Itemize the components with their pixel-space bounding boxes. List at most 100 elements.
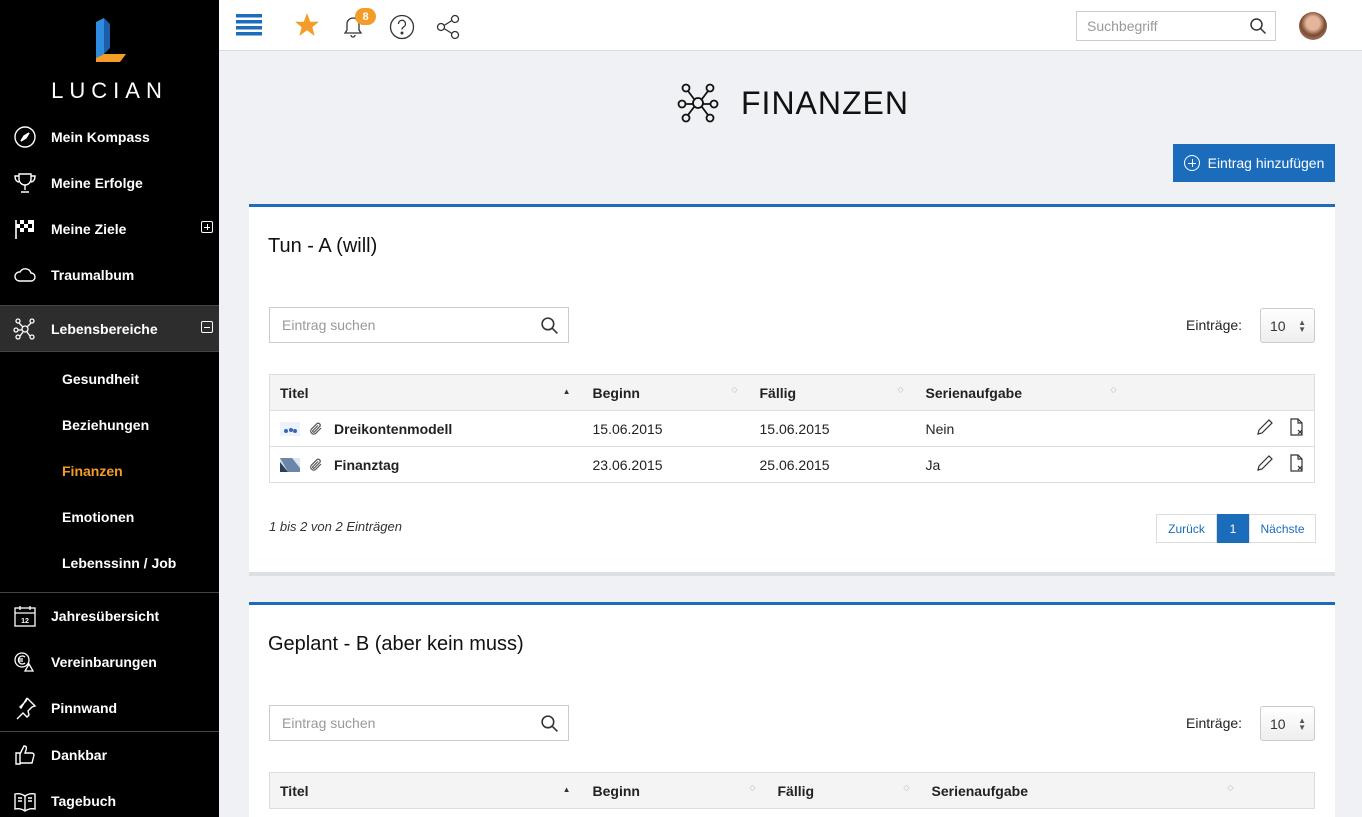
- svg-text:12: 12: [21, 618, 29, 625]
- compass-icon: [12, 124, 38, 150]
- sidebar-item-lebensbereiche[interactable]: Lebensbereiche: [0, 305, 219, 352]
- entry-faellig: 15.06.2015: [749, 410, 916, 447]
- sort-icon: ◇: [731, 385, 738, 394]
- sidebar-item-mein-kompass[interactable]: Mein Kompass: [0, 114, 219, 160]
- entry-search-input[interactable]: [270, 308, 530, 342]
- delete-document-icon[interactable]: [1288, 454, 1306, 475]
- column-header-label: Fällig: [777, 782, 815, 799]
- column-header-titel[interactable]: Titel ▲: [269, 374, 583, 411]
- sidebar-item-meine-erfolge[interactable]: Meine Erfolge: [0, 160, 219, 206]
- column-header-faellig[interactable]: Fällig ◇: [767, 772, 922, 809]
- panel-title: Tun - A (will): [268, 235, 378, 257]
- attachment-icon[interactable]: [308, 457, 324, 473]
- checkered-flag-icon: [12, 216, 38, 242]
- sidebar-subitem-lebenssinn-job[interactable]: Lebenssinn / Job: [0, 540, 219, 586]
- entries-per-page-select[interactable]: 10 ▲ ▼: [1260, 706, 1315, 741]
- sidebar-subitem-finanzen[interactable]: Finanzen: [0, 448, 219, 494]
- edit-icon[interactable]: [1256, 418, 1274, 439]
- trophy-icon: [12, 170, 38, 196]
- select-arrows-icon: ▲ ▼: [1298, 318, 1306, 334]
- entry-faellig: 25.06.2015: [749, 446, 916, 483]
- entry-search[interactable]: [269, 705, 569, 741]
- sidebar-item-traumalbum[interactable]: Traumalbum: [0, 252, 219, 298]
- edit-icon[interactable]: [1256, 454, 1274, 475]
- sidebar-item-label: Traumalbum: [51, 267, 135, 283]
- sidebar-subitem-emotionen[interactable]: Emotionen: [0, 494, 219, 540]
- global-search[interactable]: [1076, 11, 1276, 41]
- entries-value: 10: [1270, 317, 1286, 334]
- search-icon[interactable]: [1249, 17, 1267, 40]
- sidebar-item-label: Lebensbereiche: [51, 320, 158, 337]
- pagination-page-button[interactable]: 1: [1217, 514, 1249, 543]
- sort-icon: ◇: [749, 783, 756, 792]
- column-header-serienaufgabe[interactable]: Serienaufgabe ◇: [915, 374, 1129, 411]
- table-header-row: Titel ▲ Beginn ◇ Fällig ◇ Serienaufgabe ◇: [269, 374, 1315, 411]
- column-header-label: Fällig: [759, 384, 797, 401]
- sidebar-subitem-gesundheit[interactable]: Gesundheit: [0, 356, 219, 402]
- column-header-serienaufgabe[interactable]: Serienaufgabe ◇: [921, 772, 1246, 809]
- share-network-icon[interactable]: [435, 14, 461, 40]
- sidebar-item-vereinbarungen[interactable]: Vereinbarungen: [0, 639, 219, 685]
- calendar-icon: 12: [12, 603, 38, 629]
- sidebar-item-jahresuebersicht[interactable]: 12 Jahresübersicht: [0, 593, 219, 639]
- search-icon[interactable]: [540, 316, 559, 340]
- bell-icon[interactable]: 8: [341, 8, 376, 40]
- entries-value: 10: [1270, 715, 1286, 732]
- hamburger-menu-icon[interactable]: [236, 14, 262, 36]
- column-header-actions: [1245, 772, 1315, 809]
- thumbs-up-icon: [12, 742, 38, 768]
- avatar[interactable]: [1299, 12, 1327, 40]
- entry-title[interactable]: Dreikontenmodell: [334, 421, 452, 437]
- entry-title[interactable]: Finanztag: [334, 457, 399, 473]
- entry-serienaufgabe: Ja: [915, 446, 1129, 483]
- column-header-faellig[interactable]: Fällig ◇: [749, 374, 916, 411]
- star-icon[interactable]: [294, 12, 320, 38]
- help-icon[interactable]: [389, 14, 415, 40]
- column-header-label: Serienaufgabe: [931, 782, 1028, 799]
- thumbnail-image: [280, 457, 300, 472]
- delete-document-icon[interactable]: [1288, 418, 1306, 439]
- column-header-beginn[interactable]: Beginn ◇: [582, 374, 750, 411]
- logo[interactable]: LUCIAN: [0, 0, 219, 110]
- collapse-icon[interactable]: [201, 321, 213, 333]
- sidebar-item-label: Tagebuch: [51, 793, 117, 809]
- search-icon[interactable]: [540, 714, 559, 738]
- add-entry-label: Eintrag hinzufügen: [1207, 155, 1325, 171]
- sidebar-item-tagebuch[interactable]: Tagebuch: [0, 778, 219, 817]
- column-header-label: Serienaufgabe: [925, 384, 1022, 401]
- sidebar-item-label: Vereinbarungen: [51, 654, 157, 670]
- brand-name: LUCIAN: [51, 78, 168, 103]
- page-title-text: FINANZEN: [741, 84, 909, 121]
- network-icon: [12, 316, 38, 342]
- global-search-input[interactable]: [1077, 12, 1247, 40]
- pagination-prev-button[interactable]: Zurück: [1156, 514, 1217, 543]
- sidebar-subitem-beziehungen[interactable]: Beziehungen: [0, 402, 219, 448]
- book-icon: [12, 788, 38, 814]
- sidebar-item-pinnwand[interactable]: Pinnwand: [0, 685, 219, 731]
- sidebar-item-label: Jahresübersicht: [51, 608, 160, 624]
- table-row[interactable]: Dreikontenmodell 15.06.2015 15.06.2015 N…: [269, 410, 1315, 447]
- sort-asc-icon: ▲: [562, 785, 571, 794]
- entries-label: Einträge:: [1186, 715, 1243, 731]
- entry-beginn: 15.06.2015: [582, 410, 750, 447]
- sidebar-item-meine-ziele[interactable]: Meine Ziele: [0, 206, 219, 252]
- notification-badge: 8: [355, 8, 376, 25]
- expand-icon[interactable]: [201, 221, 213, 233]
- column-header-titel[interactable]: Titel ▲: [269, 772, 583, 809]
- euro-warning-icon: [12, 649, 38, 675]
- panel-geplant-b: Geplant - B (aber kein muss) Einträge: 1…: [249, 602, 1335, 817]
- table-row[interactable]: Finanztag 23.06.2015 25.06.2015 Ja: [269, 446, 1315, 483]
- column-header-beginn[interactable]: Beginn ◇: [582, 772, 768, 809]
- add-entry-button[interactable]: Eintrag hinzufügen: [1173, 144, 1335, 182]
- entry-search[interactable]: [269, 307, 569, 343]
- pagination-next-button[interactable]: Nächste: [1249, 514, 1316, 543]
- pagination: Zurück 1 Nächste: [1156, 514, 1316, 543]
- entry-search-input[interactable]: [270, 706, 530, 740]
- sidebar-item-label: Mein Kompass: [51, 129, 150, 145]
- entry-beginn: 23.06.2015: [582, 446, 750, 483]
- sort-icon: ◇: [897, 385, 904, 394]
- sidebar-item-dankbar[interactable]: Dankbar: [0, 732, 219, 778]
- entries-per-page-select[interactable]: 10 ▲ ▼: [1260, 308, 1315, 343]
- panel-tun-a: Tun - A (will) Einträge: 10 ▲▼ Titel ▲ Be…: [249, 204, 1335, 576]
- attachment-icon[interactable]: [308, 421, 324, 437]
